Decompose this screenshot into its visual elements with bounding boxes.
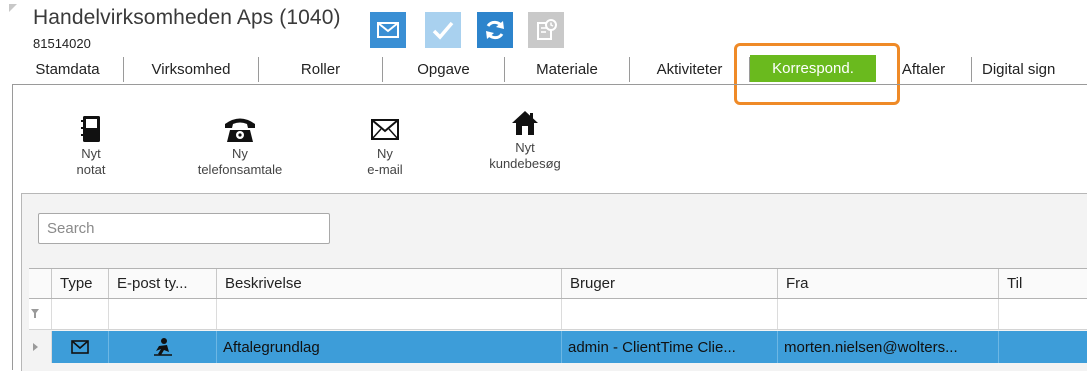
tab-aktiviteter[interactable]: Aktiviteter: [630, 57, 750, 82]
column-header-beskrivelse[interactable]: Beskrivelse: [217, 269, 562, 298]
search-input[interactable]: [38, 213, 330, 244]
row-til: [999, 331, 1087, 363]
person-arrow-icon: [153, 338, 172, 356]
company-code: 81514020: [33, 36, 91, 51]
send-mail-button[interactable]: [370, 12, 406, 48]
new-note-button[interactable]: Nyt notat: [55, 114, 127, 178]
row-bruger: admin - ClientTime Clie...: [562, 331, 778, 363]
telephone-icon: [225, 118, 255, 142]
filter-fra[interactable]: [778, 299, 999, 329]
filter-til[interactable]: [999, 299, 1087, 329]
new-email-line2: e-mail: [367, 162, 403, 177]
new-visit-line1: Nyt: [515, 140, 535, 155]
content-divider: [12, 84, 1087, 85]
new-customer-visit-button[interactable]: Nyt kundebesøg: [470, 108, 580, 172]
new-email-button[interactable]: Ny e-mail: [345, 114, 425, 178]
filter-beskrivelse[interactable]: [217, 299, 562, 329]
envelope-icon: [71, 340, 89, 354]
app-window: Handelvirksomheden Aps (1040) 81514020 S…: [0, 0, 1087, 371]
notebook-icon: [81, 116, 100, 142]
tab-digital-sign[interactable]: Digital sign: [972, 57, 1067, 82]
tab-korrespond[interactable]: Korrespond.: [750, 55, 876, 82]
new-email-line1: Ny: [377, 146, 393, 161]
new-phone-line2: telefonsamtale: [197, 162, 283, 177]
checkmark-icon: [432, 21, 454, 40]
envelope-icon: [377, 22, 399, 38]
grid-filter-row: [29, 299, 1087, 330]
row-fra: morten.nielsen@wolters...: [778, 331, 999, 363]
tab-opgave[interactable]: Opgave: [383, 57, 505, 82]
company-name: Handelvirksomheden Aps (1040): [33, 6, 341, 29]
sync-button[interactable]: [477, 12, 513, 48]
column-header-bruger[interactable]: Bruger: [562, 269, 778, 298]
filter-epost-type[interactable]: [109, 299, 217, 329]
window-corner-marker: [9, 4, 17, 12]
row-beskrivelse: Aftalegrundlag: [217, 331, 562, 363]
grid-header: Type E-post ty... Beskrivelse Bruger Fra…: [29, 268, 1087, 299]
new-note-line2: notat: [76, 162, 106, 177]
house-icon: [512, 111, 538, 135]
sync-icon: [486, 20, 504, 40]
tab-materiale[interactable]: Materiale: [505, 57, 630, 82]
row-epost-type-cell: [109, 331, 217, 363]
filter-type[interactable]: [52, 299, 109, 329]
row-type-cell: [52, 331, 109, 363]
tab-stamdata[interactable]: Stamdata: [12, 57, 124, 82]
envelope-icon: [371, 119, 399, 140]
new-note-line1: Nyt: [81, 146, 101, 161]
column-header-til[interactable]: Til: [999, 269, 1087, 298]
new-phone-call-button[interactable]: Ny telefonsamtale: [170, 114, 310, 178]
tab-roller[interactable]: Roller: [259, 57, 383, 82]
new-phone-line1: Ny: [232, 146, 248, 161]
filter-bruger[interactable]: [562, 299, 778, 329]
filter-funnel-icon: [31, 309, 39, 318]
column-header-type[interactable]: Type: [52, 269, 109, 298]
approve-button[interactable]: [425, 12, 461, 48]
new-visit-line2: kundebesøg: [489, 156, 561, 171]
column-header-fra[interactable]: Fra: [778, 269, 999, 298]
tab-aftaler[interactable]: Aftaler: [876, 57, 972, 82]
row-expand-arrow-icon[interactable]: [33, 343, 38, 351]
task-clock-icon: [537, 19, 557, 40]
column-header-epost-type[interactable]: E-post ty...: [109, 269, 217, 298]
table-row[interactable]: Aftalegrundlag admin - ClientTime Clie..…: [29, 331, 1087, 363]
content-left-border: [12, 84, 13, 370]
row-indicator-header: [29, 269, 52, 298]
task-button[interactable]: [528, 12, 564, 48]
tab-virksomhed[interactable]: Virksomhed: [124, 57, 259, 82]
tab-bar: Stamdata Virksomhed Roller Opgave Materi…: [12, 55, 1087, 82]
